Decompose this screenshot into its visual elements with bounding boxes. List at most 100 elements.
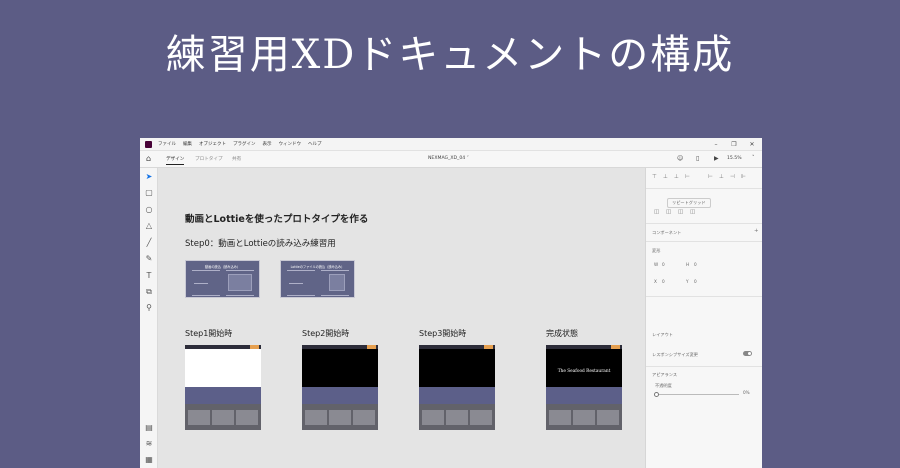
tab-share[interactable]: 共有 (232, 156, 241, 162)
rectangle-tool-icon[interactable]: ▢ (144, 188, 154, 198)
opacity-slider-knob[interactable] (654, 392, 659, 397)
artboard-label-step1: Step1開始時 (185, 329, 233, 338)
board-menu-card (305, 410, 327, 425)
document-title[interactable]: NEXMAG_XD_04 ˅ (428, 156, 469, 161)
board-menu-card (212, 410, 234, 425)
boolean-exclude-icon[interactable]: ◫ (690, 209, 695, 215)
artboard-step3[interactable] (419, 345, 495, 430)
x-label: X (654, 279, 657, 284)
x-field[interactable]: 0 (662, 279, 665, 284)
artboard-final[interactable]: The Seafood Restaurant (546, 345, 622, 430)
app-logo-icon (145, 140, 152, 148)
y-label: Y (686, 279, 689, 284)
user-icon[interactable]: ☺ (677, 155, 683, 162)
align-right-icon[interactable]: ⊣ (730, 174, 735, 180)
polygon-tool-icon[interactable]: △ (144, 221, 154, 231)
board-menu-card (422, 410, 444, 425)
ellipse-tool-icon[interactable]: ○ (144, 205, 154, 215)
board-menu-card (188, 410, 210, 425)
board-menu-card (353, 410, 375, 425)
repeat-grid-button[interactable]: リピートグリッド (667, 198, 711, 208)
board-menu-card (597, 410, 619, 425)
responsive-resize-toggle[interactable] (743, 351, 752, 356)
component-label: コンポーネント (652, 230, 682, 235)
board-menu-card (470, 410, 492, 425)
step0-board-title: Lottieのファイルの読込（読み込み） (290, 265, 345, 269)
toolbar: ⌂ デザイン プロトタイプ 共有 NEXMAG_XD_04 ˅ ☺ ▯ ▶ 15… (140, 151, 762, 168)
board-menu-card (549, 410, 571, 425)
align-bottom-icon[interactable]: ⊥ (674, 174, 679, 180)
minimize-button[interactable]: – (708, 138, 724, 151)
zoom-level[interactable]: 15.5% (727, 156, 742, 161)
step0-artboard-video[interactable]: 動画の読込（読み込み） (185, 260, 260, 298)
tab-design[interactable]: デザイン (166, 156, 185, 165)
transform-label: 変形 (652, 248, 661, 253)
align-center-icon[interactable]: ⊥ (719, 174, 724, 180)
zoom-chevron-icon[interactable]: ˅ (752, 155, 755, 161)
close-button[interactable]: ✕ (744, 138, 760, 151)
line-tool-icon[interactable]: ╱ (144, 238, 154, 248)
menu-view[interactable]: 表示 (263, 141, 272, 147)
artboard-step2[interactable] (302, 345, 378, 430)
artboard-label-step2: Step2開始時 (302, 329, 350, 338)
opacity-field[interactable]: 0% (743, 390, 750, 395)
align-top-icon[interactable]: ⊤ (652, 174, 657, 180)
board-menu-card (446, 410, 468, 425)
y-field[interactable]: 0 (694, 279, 697, 284)
tab-prototype[interactable]: プロトタイプ (195, 156, 223, 162)
menu-window[interactable]: ウィンドウ (279, 141, 302, 147)
board-menu-card (329, 410, 351, 425)
property-inspector: ⊤ ⊥ ⊥ ⊢ ⊢ ⊥ ⊣ ⊩ リピートグリッド ◫ ◫ ◫ ◫ コンポーネント… (645, 168, 762, 468)
xd-app-window: ファイル 編集 オブジェクト プラグイン 表示 ウィンドウ ヘルプ – ❐ ✕ … (140, 138, 762, 468)
boolean-subtract-icon[interactable]: ◫ (666, 209, 671, 215)
assets-icon[interactable]: ▤ (144, 423, 154, 433)
artboard-label-final: 完成状態 (546, 329, 578, 338)
w-label: W (654, 262, 659, 267)
board-hero (185, 349, 261, 387)
menu-file[interactable]: ファイル (158, 141, 176, 147)
device-preview-icon[interactable]: ▯ (696, 155, 699, 162)
menu-edit[interactable]: 編集 (183, 141, 192, 147)
menu-object[interactable]: オブジェクト (199, 141, 226, 147)
plugins-icon[interactable]: ▦ (144, 455, 154, 465)
appearance-label: アピアランス (652, 372, 678, 377)
layers-icon[interactable]: ≋ (144, 439, 154, 449)
boolean-intersect-icon[interactable]: ◫ (678, 209, 683, 215)
board-hero: The Seafood Restaurant (546, 349, 622, 387)
align-middle-icon[interactable]: ⊥ (663, 174, 668, 180)
h-field[interactable]: 0 (694, 262, 697, 267)
canvas-heading: 動画とLottieを使ったプロトタイプを作る (185, 214, 369, 225)
step0-artboard-lottie[interactable]: Lottieのファイルの読込（読み込み） (280, 260, 355, 298)
pen-tool-icon[interactable]: ✎ (144, 254, 154, 264)
tools-sidebar: ➤ ▢ ○ △ ╱ ✎ T ⧉ ⚲ ▤ ≋ ▦ (140, 168, 158, 468)
menu-help[interactable]: ヘルプ (308, 141, 322, 147)
canvas[interactable]: 動画とLottieを使ったプロトタイプを作る Step0：動画とLottieの読… (158, 168, 645, 468)
zoom-tool-icon[interactable]: ⚲ (144, 303, 154, 313)
artboard-step1[interactable] (185, 345, 261, 430)
responsive-resize-label: レスポンシブサイズ変更 (652, 352, 698, 357)
home-icon[interactable]: ⌂ (146, 154, 154, 164)
align-left-icon[interactable]: ⊢ (708, 174, 713, 180)
select-tool-icon[interactable]: ➤ (144, 172, 154, 182)
board-concept-band (185, 387, 261, 404)
board-concept-band (546, 387, 622, 404)
menu-plugins[interactable]: プラグイン (233, 141, 256, 147)
h-label: H (686, 262, 690, 267)
layout-label: レイアウト (652, 332, 673, 337)
board-concept-band (419, 387, 495, 404)
distribute-horizontal-icon[interactable]: ⊩ (741, 174, 746, 180)
board-hero (419, 349, 495, 387)
board-menu-card (236, 410, 258, 425)
add-component-icon[interactable]: + (754, 228, 759, 234)
boolean-add-icon[interactable]: ◫ (654, 209, 659, 215)
distribute-icon[interactable]: ⊢ (685, 174, 690, 180)
artboard-tool-icon[interactable]: ⧉ (144, 287, 154, 297)
text-tool-icon[interactable]: T (144, 271, 154, 281)
board-hero-text: The Seafood Restaurant (557, 369, 611, 374)
step0-heading: Step0：動画とLottieの読み込み練習用 (185, 239, 336, 249)
play-icon[interactable]: ▶ (714, 155, 719, 162)
maximize-button[interactable]: ❐ (726, 138, 742, 151)
banner-title: 練習用XDドキュメントの構成 (165, 32, 735, 78)
opacity-slider[interactable] (655, 394, 739, 395)
w-field[interactable]: 0 (662, 262, 665, 267)
